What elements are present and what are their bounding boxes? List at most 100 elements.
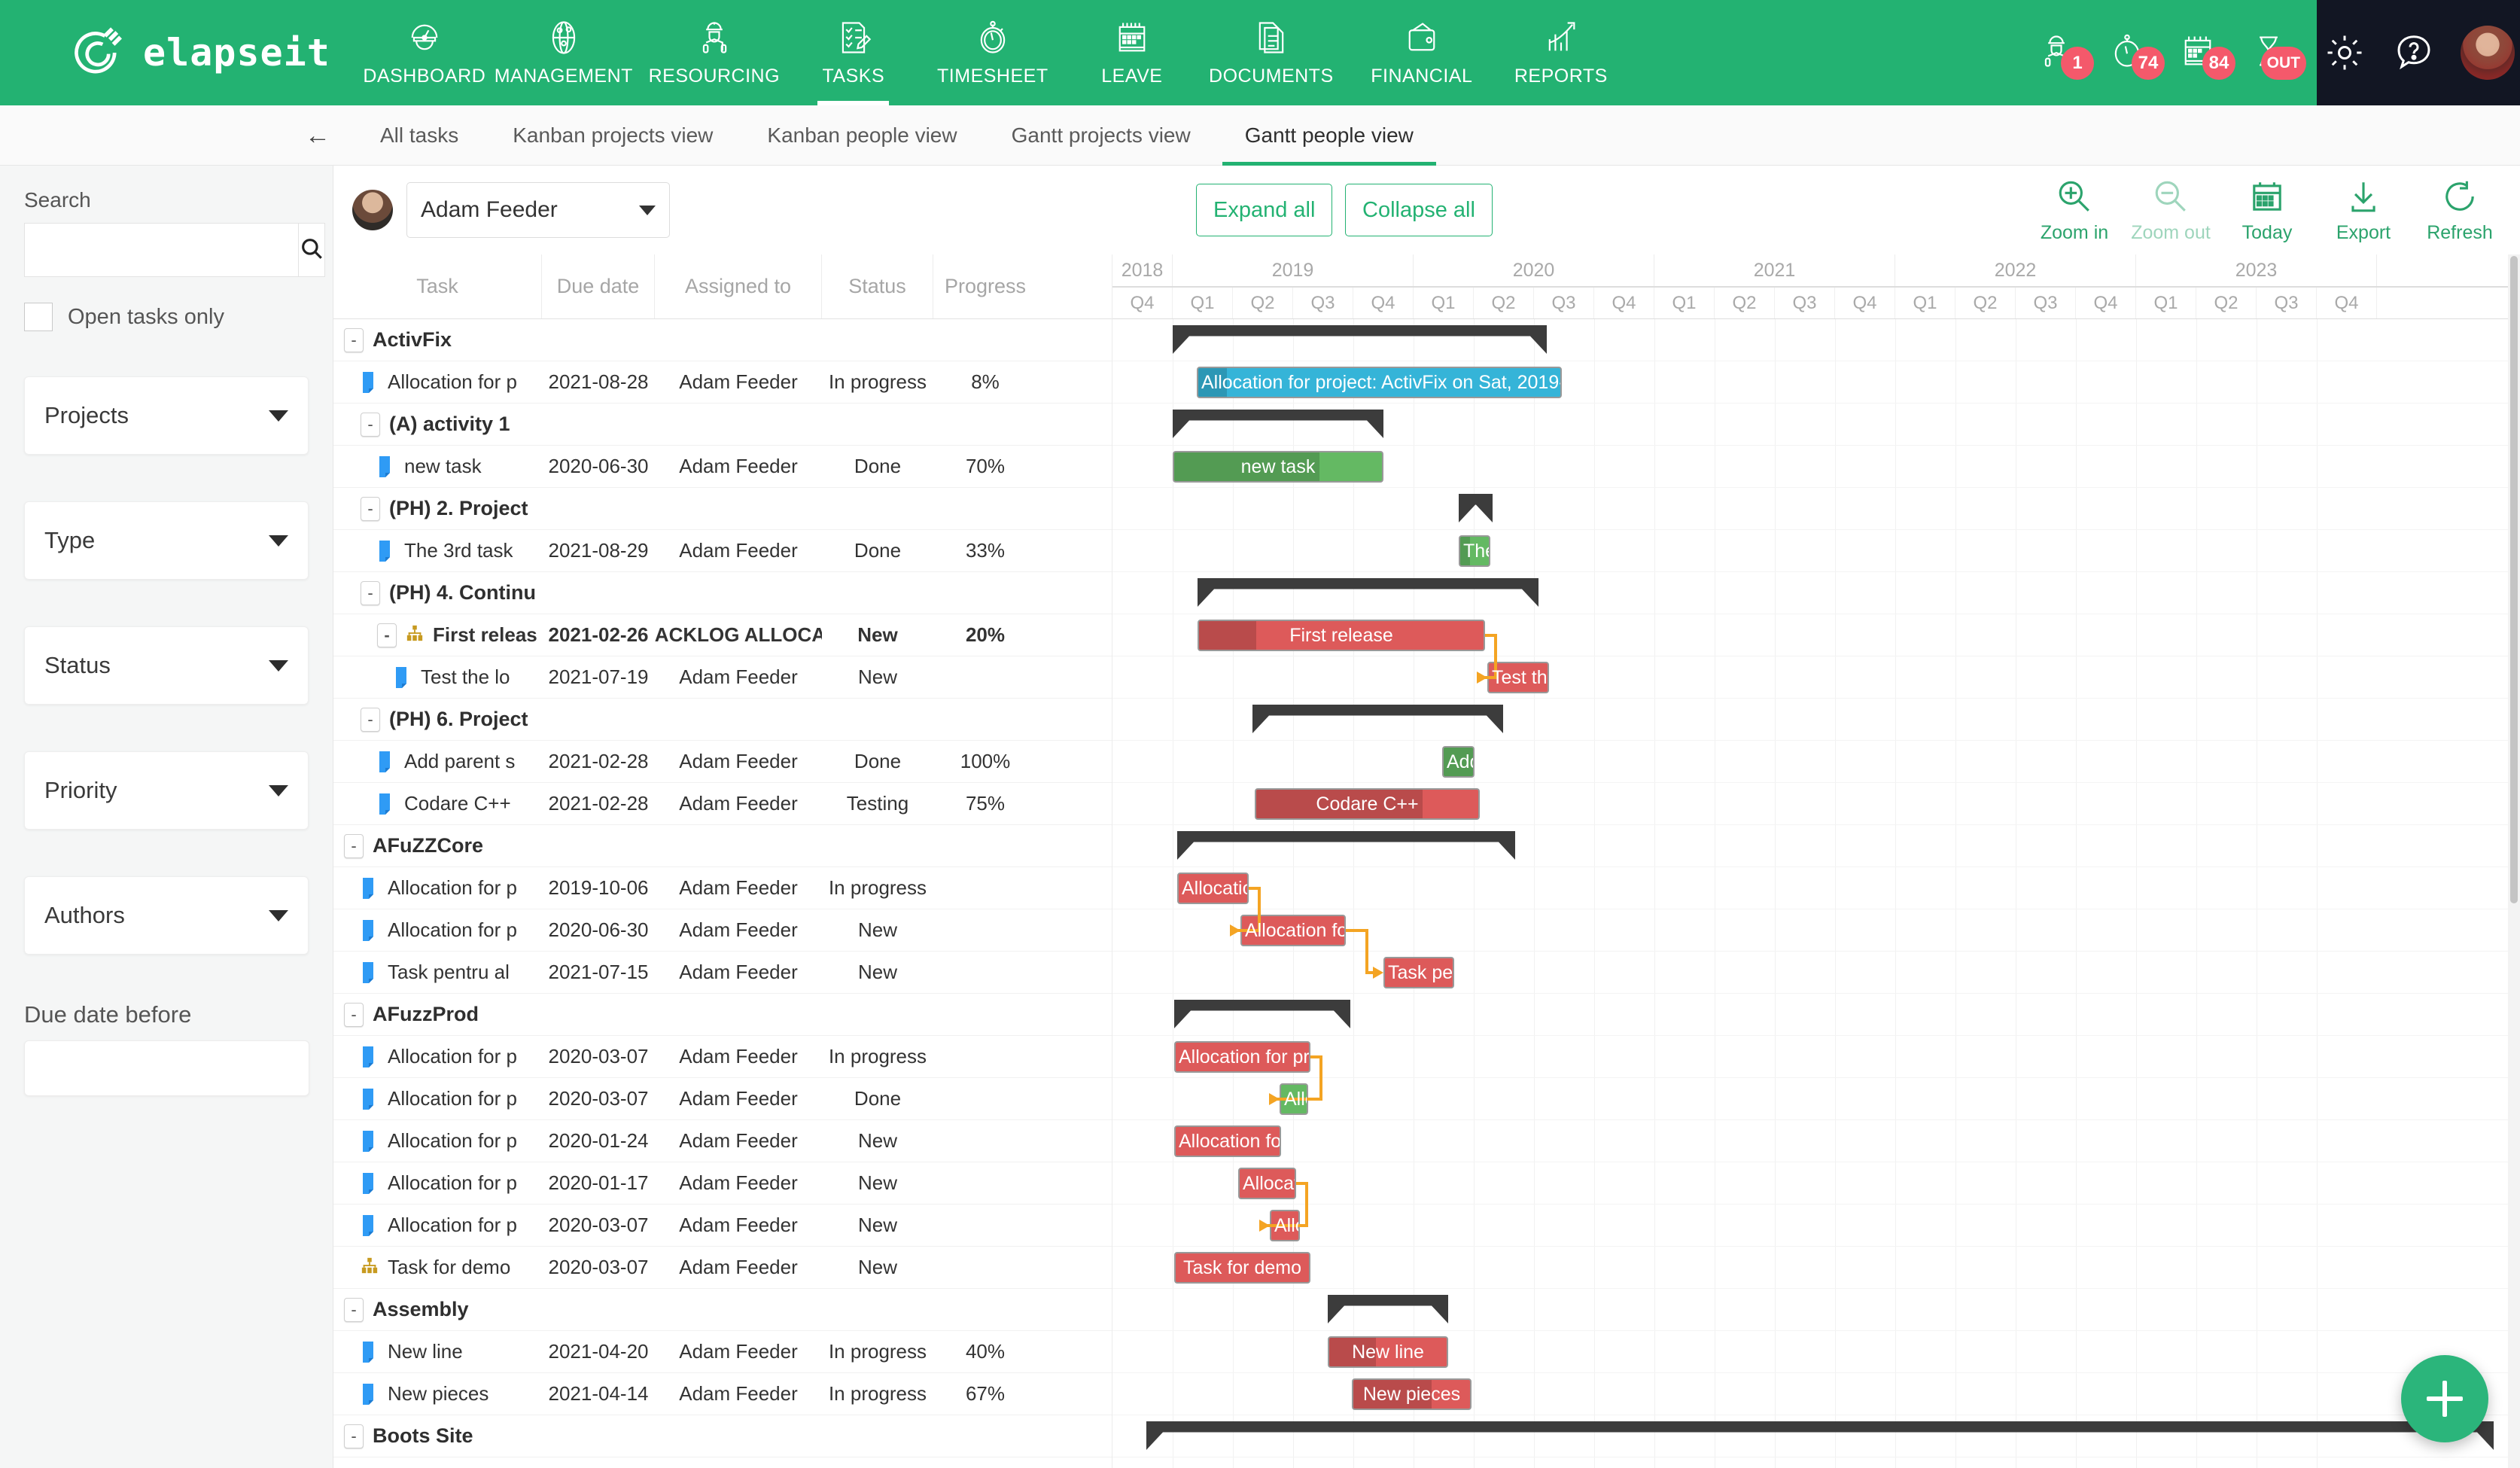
person-dropdown[interactable]: Adam Feeder — [406, 182, 670, 238]
expander-toggle[interactable]: - — [344, 1424, 364, 1448]
gantt-summary-bar[interactable] — [1146, 1421, 2494, 1450]
nav-item-tasks[interactable]: TASKS — [790, 0, 918, 105]
gantt-task-bar[interactable]: The 3rd — [1459, 535, 1490, 567]
table-group-row[interactable]: - (PH) 2. Project — [333, 488, 1112, 530]
gantt-task-bar[interactable]: New line — [1328, 1336, 1448, 1368]
task-name-cell[interactable]: Allocation for p — [333, 909, 542, 952]
task-name-cell[interactable]: Task pentru al — [333, 952, 542, 994]
table-row[interactable]: Codare C++ 2021-02-28 Adam Feeder Testing 75… — [333, 783, 1112, 825]
filter-select-type[interactable]: Type — [24, 501, 309, 580]
task-name-cell[interactable]: Task for demo — [333, 1247, 542, 1289]
table-group-row[interactable]: - AFuZZCore — [333, 825, 1112, 867]
table-row[interactable]: Test the lo 2021-07-19 Adam Feeder New — [333, 656, 1112, 699]
gantt-summary-bar[interactable] — [1328, 1295, 1448, 1323]
gantt-task-bar[interactable]: new task — [1173, 451, 1383, 483]
table-group-row[interactable]: - AFuzzProd — [333, 994, 1112, 1036]
tab-gantt-projects-view[interactable]: Gantt projects view — [985, 105, 1218, 166]
task-name-cell[interactable]: Allocation for p — [333, 867, 542, 909]
gantt-task-bar[interactable]: Alloca — [1280, 1083, 1308, 1115]
gantt-summary-bar[interactable] — [1174, 1000, 1350, 1028]
expander-toggle[interactable]: - — [361, 496, 380, 521]
filter-select-priority[interactable]: Priority — [24, 751, 309, 830]
task-name-cell[interactable]: New pieces — [333, 1373, 542, 1415]
task-name-cell[interactable]: Allocation for p — [333, 1120, 542, 1162]
task-name-cell[interactable]: Allocation for p — [333, 1078, 542, 1120]
vertical-scrollbar[interactable] — [2508, 254, 2520, 1468]
table-group-row[interactable]: - Boots Site — [333, 1415, 1112, 1457]
expander-toggle[interactable]: - — [377, 623, 397, 647]
table-group-row[interactable]: - (A) activity 1 — [333, 404, 1112, 446]
filter-select-projects[interactable]: Projects — [24, 376, 309, 455]
table-group-row[interactable]: - (PH) 4. Continu — [333, 572, 1112, 614]
tab-all-tasks[interactable]: All tasks — [353, 105, 485, 166]
table-group-row[interactable]: - (PH) 6. Project — [333, 699, 1112, 741]
open-tasks-only-row[interactable]: Open tasks only — [24, 303, 309, 331]
scrollbar-thumb[interactable] — [2510, 256, 2518, 903]
expander-toggle[interactable]: - — [361, 707, 380, 732]
timeline-body[interactable]: Allocation for project: ActivFix on Sat,… — [1112, 319, 2520, 1468]
task-name-cell[interactable]: Allocation for p — [333, 1162, 542, 1205]
gantt-task-bar[interactable]: Allocation for pr — [1177, 873, 1249, 904]
zoom-in-button[interactable]: Zoom in — [2032, 178, 2117, 244]
gantt-summary-bar[interactable] — [1173, 410, 1383, 438]
gantt-task-bar[interactable]: First release — [1198, 620, 1485, 651]
table-row[interactable]: Allocation for p 2021-08-28 Adam Feeder In … — [333, 361, 1112, 404]
notif-out[interactable]: OUT — [2240, 24, 2306, 81]
nav-item-leave[interactable]: LEAVE — [1068, 0, 1196, 105]
task-name-cell[interactable]: Add parent s — [333, 741, 542, 783]
add-task-fab[interactable] — [2401, 1355, 2488, 1442]
gantt-summary-bar[interactable] — [1198, 578, 1538, 607]
gantt-task-bar[interactable]: Task pentru aloca — [1383, 957, 1454, 988]
gantt-summary-bar[interactable] — [1252, 705, 1503, 733]
gear-icon[interactable] — [2322, 30, 2367, 75]
gantt-task-bar[interactable]: Allocation — [1238, 1168, 1296, 1199]
filter-select-status[interactable]: Status — [24, 626, 309, 705]
table-row[interactable]: Allocation for p 2020-01-17 Adam Feeder New — [333, 1162, 1112, 1205]
export-button[interactable]: Export — [2321, 178, 2406, 244]
gantt-task-bar[interactable]: New pieces — [1352, 1378, 1472, 1410]
table-group-row[interactable]: - ActivFix — [333, 319, 1112, 361]
back-arrow-icon[interactable]: ← — [305, 123, 330, 148]
collapse-all-button[interactable]: Collapse all — [1345, 184, 1493, 236]
expander-toggle[interactable]: - — [344, 327, 364, 352]
search-button[interactable] — [298, 223, 325, 277]
nav-item-dashboard[interactable]: DASHBOARD — [361, 0, 488, 105]
table-row[interactable]: New pieces 2021-04-14 Adam Feeder In progre… — [333, 1373, 1112, 1415]
search-input[interactable] — [24, 223, 298, 277]
table-group-row[interactable]: - Assembly — [333, 1289, 1112, 1331]
table-row[interactable]: Add parent s 2021-02-28 Adam Feeder Done 100… — [333, 741, 1112, 783]
tab-kanban-projects-view[interactable]: Kanban projects view — [485, 105, 740, 166]
gantt-task-bar[interactable]: Test the login — [1487, 662, 1549, 693]
gantt-summary-bar[interactable] — [1173, 325, 1547, 354]
nav-item-resourcing[interactable]: RESOURCING — [639, 0, 790, 105]
task-name-cell[interactable]: Allocation for p — [333, 1205, 542, 1247]
tab-kanban-people-view[interactable]: Kanban people view — [740, 105, 984, 166]
table-row[interactable]: - First releas 2021-02-26 BACKLOG ALLOCAT Ne… — [333, 614, 1112, 656]
table-row[interactable]: New line 2021-04-20 Adam Feeder In progress… — [333, 1331, 1112, 1373]
help-bubble-icon[interactable] — [2391, 30, 2436, 75]
task-name-cell[interactable]: New line — [333, 1331, 542, 1373]
table-row[interactable]: Allocation for p 2019-10-06 Adam Feeder In … — [333, 867, 1112, 909]
task-name-cell[interactable]: The 3rd task — [333, 530, 542, 572]
nav-item-timesheet[interactable]: TIMESHEET — [918, 0, 1068, 105]
gantt-task-bar[interactable]: Codare C++ — [1255, 788, 1480, 820]
table-row[interactable]: Allocation for p 2020-03-07 Adam Feeder Don… — [333, 1078, 1112, 1120]
table-row[interactable]: new task 2020-06-30 Adam Feeder Done 70% — [333, 446, 1112, 488]
task-name-cell[interactable]: - First releas — [333, 614, 542, 656]
notif-resourcing[interactable]: 1 — [2028, 24, 2094, 81]
task-name-cell[interactable]: Codare C++ — [333, 783, 542, 825]
nav-item-documents[interactable]: DOCUMENTS — [1196, 0, 1347, 105]
gantt-task-bar[interactable]: Alloc — [1270, 1210, 1300, 1241]
nav-item-reports[interactable]: REPORTS — [1497, 0, 1625, 105]
notif-leave[interactable]: 84 — [2169, 24, 2235, 81]
tab-gantt-people-view[interactable]: Gantt people view — [1218, 105, 1441, 166]
nav-item-management[interactable]: MANAGEMENT — [488, 0, 639, 105]
today-button[interactable]: Today — [2225, 178, 2309, 244]
table-row[interactable]: Allocation for p 2020-03-07 Adam Feeder New — [333, 1205, 1112, 1247]
task-name-cell[interactable]: Test the lo — [333, 656, 542, 699]
open-tasks-only-checkbox[interactable] — [24, 303, 53, 331]
expander-toggle[interactable]: - — [344, 1297, 364, 1322]
gantt-summary-bar[interactable] — [1459, 494, 1493, 522]
gantt-task-bar[interactable]: Allocation for project: A — [1240, 915, 1346, 946]
task-name-cell[interactable]: Allocation for p — [333, 361, 542, 404]
